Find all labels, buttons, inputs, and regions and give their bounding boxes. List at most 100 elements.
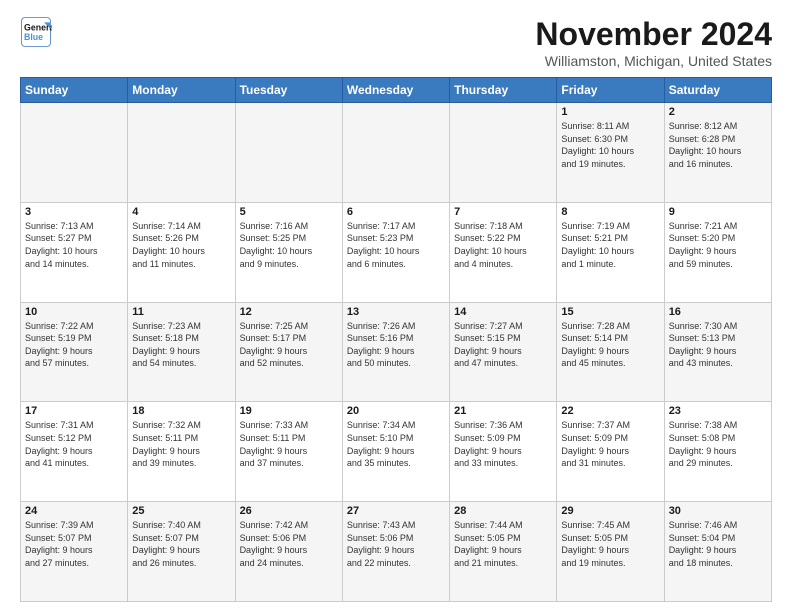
day-number: 5 bbox=[240, 206, 338, 218]
day-detail: Sunrise: 7:26 AM Sunset: 5:16 PM Dayligh… bbox=[347, 320, 445, 370]
day-number: 14 bbox=[454, 306, 552, 318]
empty-cell bbox=[128, 103, 235, 203]
day-detail: Sunrise: 7:18 AM Sunset: 5:22 PM Dayligh… bbox=[454, 220, 552, 270]
day-cell-18: 18 Sunrise: 7:32 AM Sunset: 5:11 PM Dayli… bbox=[128, 402, 235, 502]
weekday-header-row: SundayMondayTuesdayWednesdayThursdayFrid… bbox=[21, 78, 772, 103]
day-cell-8: 8 Sunrise: 7:19 AM Sunset: 5:21 PM Daylig… bbox=[557, 202, 664, 302]
day-cell-15: 15 Sunrise: 7:28 AM Sunset: 5:14 PM Dayli… bbox=[557, 302, 664, 402]
page: General Blue November 2024 Williamston, … bbox=[0, 0, 792, 612]
title-block: November 2024 Williamston, Michigan, Uni… bbox=[535, 16, 772, 69]
day-detail: Sunrise: 7:13 AM Sunset: 5:27 PM Dayligh… bbox=[25, 220, 123, 270]
day-detail: Sunrise: 7:38 AM Sunset: 5:08 PM Dayligh… bbox=[669, 419, 767, 469]
day-cell-28: 28Sunrise: 7:44 AM Sunset: 5:05 PM Dayli… bbox=[450, 502, 557, 602]
day-number: 4 bbox=[132, 206, 230, 218]
day-detail: Sunrise: 7:21 AM Sunset: 5:20 PM Dayligh… bbox=[669, 220, 767, 270]
day-number: 26 bbox=[240, 505, 338, 517]
day-cell-20: 20 Sunrise: 7:34 AM Sunset: 5:10 PM Dayli… bbox=[342, 402, 449, 502]
day-number: 20 bbox=[347, 405, 445, 417]
day-detail: Sunrise: 7:46 AM Sunset: 5:04 PM Dayligh… bbox=[669, 519, 767, 569]
weekday-header-wednesday: Wednesday bbox=[342, 78, 449, 103]
day-detail: Sunrise: 7:32 AM Sunset: 5:11 PM Dayligh… bbox=[132, 419, 230, 469]
day-number: 11 bbox=[132, 306, 230, 318]
day-cell-12: 12Sunrise: 7:25 AM Sunset: 5:17 PM Dayli… bbox=[235, 302, 342, 402]
day-cell-13: 13 Sunrise: 7:26 AM Sunset: 5:16 PM Dayli… bbox=[342, 302, 449, 402]
day-cell-6: 6 Sunrise: 7:17 AM Sunset: 5:23 PM Daylig… bbox=[342, 202, 449, 302]
day-number: 15 bbox=[561, 306, 659, 318]
day-cell-9: 9 Sunrise: 7:21 AM Sunset: 5:20 PM Daylig… bbox=[664, 202, 771, 302]
day-detail: Sunrise: 7:25 AM Sunset: 5:17 PM Dayligh… bbox=[240, 320, 338, 370]
weekday-header-saturday: Saturday bbox=[664, 78, 771, 103]
day-number: 9 bbox=[669, 206, 767, 218]
calendar: SundayMondayTuesdayWednesdayThursdayFrid… bbox=[20, 77, 772, 602]
day-cell-14: 14Sunrise: 7:27 AM Sunset: 5:15 PM Dayli… bbox=[450, 302, 557, 402]
day-number: 29 bbox=[561, 505, 659, 517]
empty-cell bbox=[342, 103, 449, 203]
empty-cell bbox=[450, 103, 557, 203]
week-row-2: 3 Sunrise: 7:13 AM Sunset: 5:27 PM Daylig… bbox=[21, 202, 772, 302]
day-detail: Sunrise: 7:45 AM Sunset: 5:05 PM Dayligh… bbox=[561, 519, 659, 569]
day-detail: Sunrise: 7:33 AM Sunset: 5:11 PM Dayligh… bbox=[240, 419, 338, 469]
day-number: 28 bbox=[454, 505, 552, 517]
day-detail: Sunrise: 8:11 AM Sunset: 6:30 PM Dayligh… bbox=[561, 120, 659, 170]
day-detail: Sunrise: 7:37 AM Sunset: 5:09 PM Dayligh… bbox=[561, 419, 659, 469]
day-detail: Sunrise: 7:14 AM Sunset: 5:26 PM Dayligh… bbox=[132, 220, 230, 270]
day-number: 16 bbox=[669, 306, 767, 318]
day-detail: Sunrise: 7:34 AM Sunset: 5:10 PM Dayligh… bbox=[347, 419, 445, 469]
day-number: 3 bbox=[25, 206, 123, 218]
weekday-header-friday: Friday bbox=[557, 78, 664, 103]
day-cell-1: 1 Sunrise: 8:11 AM Sunset: 6:30 PM Daylig… bbox=[557, 103, 664, 203]
day-number: 8 bbox=[561, 206, 659, 218]
day-detail: Sunrise: 7:39 AM Sunset: 5:07 PM Dayligh… bbox=[25, 519, 123, 569]
day-detail: Sunrise: 7:31 AM Sunset: 5:12 PM Dayligh… bbox=[25, 419, 123, 469]
day-number: 30 bbox=[669, 505, 767, 517]
day-number: 1 bbox=[561, 106, 659, 118]
day-detail: Sunrise: 7:17 AM Sunset: 5:23 PM Dayligh… bbox=[347, 220, 445, 270]
day-cell-25: 25Sunrise: 7:40 AM Sunset: 5:07 PM Dayli… bbox=[128, 502, 235, 602]
month-title: November 2024 bbox=[535, 16, 772, 53]
week-row-1: 1 Sunrise: 8:11 AM Sunset: 6:30 PM Daylig… bbox=[21, 103, 772, 203]
weekday-header-monday: Monday bbox=[128, 78, 235, 103]
weekday-header-thursday: Thursday bbox=[450, 78, 557, 103]
day-cell-21: 21Sunrise: 7:36 AM Sunset: 5:09 PM Dayli… bbox=[450, 402, 557, 502]
day-number: 18 bbox=[132, 405, 230, 417]
logo-icon: General Blue bbox=[20, 16, 52, 48]
day-number: 25 bbox=[132, 505, 230, 517]
weekday-header-sunday: Sunday bbox=[21, 78, 128, 103]
day-cell-23: 23Sunrise: 7:38 AM Sunset: 5:08 PM Dayli… bbox=[664, 402, 771, 502]
day-cell-17: 17 Sunrise: 7:31 AM Sunset: 5:12 PM Dayli… bbox=[21, 402, 128, 502]
day-cell-5: 5 Sunrise: 7:16 AM Sunset: 5:25 PM Daylig… bbox=[235, 202, 342, 302]
empty-cell bbox=[235, 103, 342, 203]
day-cell-11: 11Sunrise: 7:23 AM Sunset: 5:18 PM Dayli… bbox=[128, 302, 235, 402]
day-cell-26: 26 Sunrise: 7:42 AM Sunset: 5:06 PM Dayli… bbox=[235, 502, 342, 602]
logo: General Blue bbox=[20, 16, 52, 48]
day-cell-3: 3 Sunrise: 7:13 AM Sunset: 5:27 PM Daylig… bbox=[21, 202, 128, 302]
week-row-3: 10Sunrise: 7:22 AM Sunset: 5:19 PM Dayli… bbox=[21, 302, 772, 402]
svg-text:Blue: Blue bbox=[24, 32, 43, 42]
day-cell-10: 10Sunrise: 7:22 AM Sunset: 5:19 PM Dayli… bbox=[21, 302, 128, 402]
day-cell-19: 19 Sunrise: 7:33 AM Sunset: 5:11 PM Dayli… bbox=[235, 402, 342, 502]
day-cell-24: 24 Sunrise: 7:39 AM Sunset: 5:07 PM Dayli… bbox=[21, 502, 128, 602]
header: General Blue November 2024 Williamston, … bbox=[20, 16, 772, 69]
day-number: 6 bbox=[347, 206, 445, 218]
day-cell-22: 22Sunrise: 7:37 AM Sunset: 5:09 PM Dayli… bbox=[557, 402, 664, 502]
day-cell-2: 2Sunrise: 8:12 AM Sunset: 6:28 PM Daylig… bbox=[664, 103, 771, 203]
day-cell-4: 4 Sunrise: 7:14 AM Sunset: 5:26 PM Daylig… bbox=[128, 202, 235, 302]
week-row-4: 17 Sunrise: 7:31 AM Sunset: 5:12 PM Dayli… bbox=[21, 402, 772, 502]
day-number: 7 bbox=[454, 206, 552, 218]
day-detail: Sunrise: 7:28 AM Sunset: 5:14 PM Dayligh… bbox=[561, 320, 659, 370]
day-detail: Sunrise: 7:19 AM Sunset: 5:21 PM Dayligh… bbox=[561, 220, 659, 270]
day-detail: Sunrise: 7:22 AM Sunset: 5:19 PM Dayligh… bbox=[25, 320, 123, 370]
day-number: 17 bbox=[25, 405, 123, 417]
day-number: 2 bbox=[669, 106, 767, 118]
day-number: 24 bbox=[25, 505, 123, 517]
day-number: 13 bbox=[347, 306, 445, 318]
day-cell-7: 7 Sunrise: 7:18 AM Sunset: 5:22 PM Daylig… bbox=[450, 202, 557, 302]
day-cell-30: 30 Sunrise: 7:46 AM Sunset: 5:04 PM Dayli… bbox=[664, 502, 771, 602]
day-detail: Sunrise: 7:42 AM Sunset: 5:06 PM Dayligh… bbox=[240, 519, 338, 569]
day-number: 19 bbox=[240, 405, 338, 417]
day-number: 21 bbox=[454, 405, 552, 417]
day-detail: Sunrise: 7:30 AM Sunset: 5:13 PM Dayligh… bbox=[669, 320, 767, 370]
location: Williamston, Michigan, United States bbox=[535, 53, 772, 69]
day-detail: Sunrise: 7:16 AM Sunset: 5:25 PM Dayligh… bbox=[240, 220, 338, 270]
day-number: 27 bbox=[347, 505, 445, 517]
